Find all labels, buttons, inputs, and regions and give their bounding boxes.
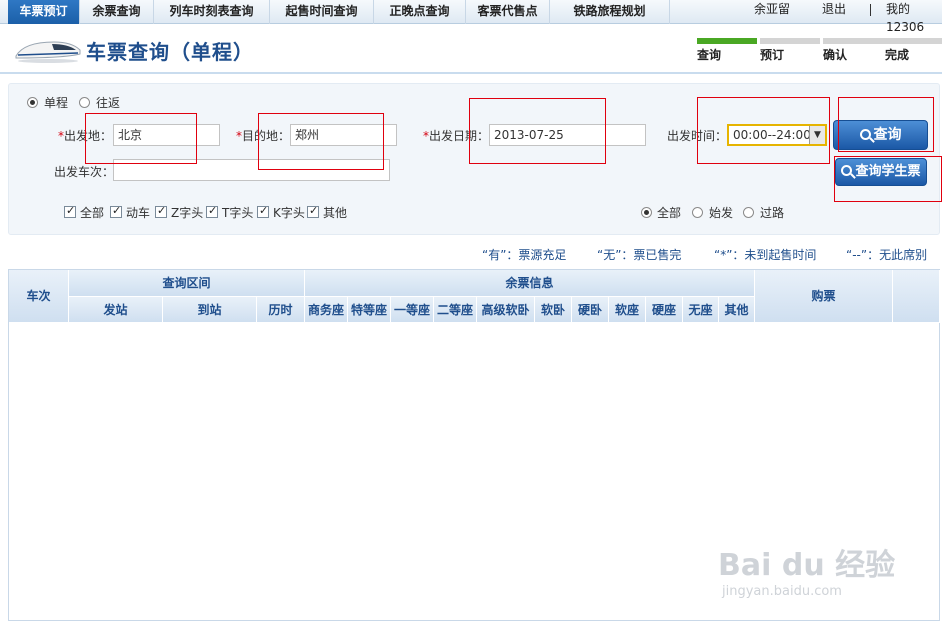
trip-round-label: 往返 (96, 96, 121, 110)
annotation-box-student (834, 156, 942, 202)
train-type-t-checkbox[interactable] (206, 204, 218, 218)
col-group-range: 查询区间 (69, 270, 305, 297)
step-bar-complete (882, 38, 942, 44)
legend-available: “有”：票源充足 (482, 248, 567, 262)
train-type-k-checkbox[interactable] (257, 204, 269, 218)
col-soft-sleeper: 软卧 (535, 297, 572, 323)
trip-single-label: 单程 (44, 96, 69, 110)
col-spacer (893, 270, 940, 323)
step-label-confirm: 确认 (823, 48, 848, 62)
train-type-t-label: T字头 (222, 206, 254, 220)
train-type-all-label: 全部 (80, 206, 105, 220)
user-name[interactable]: 余亚留 (754, 0, 790, 24)
step-bar-confirm (823, 38, 883, 44)
annotation-box-from (85, 113, 197, 164)
col-arrive-station: 到站 (163, 297, 257, 323)
legend-not-on-sale: “*”：未到起售时间 (714, 248, 817, 262)
col-business-seat: 商务座 (305, 297, 348, 323)
annotation-box-time (697, 97, 830, 164)
train-type-emu-label: 动车 (126, 206, 151, 220)
step-label-book: 预订 (760, 48, 785, 62)
train-type-z-checkbox[interactable] (155, 204, 167, 218)
page-header: 车票查询（单程） 查询 预订 确认 完成 (0, 24, 942, 74)
col-train-number: 车次 (9, 270, 69, 323)
nav-separator (870, 4, 871, 16)
nav-tab-delay-status[interactable]: 正晚点查询 (374, 0, 466, 24)
col-depart-station: 发站 (69, 297, 163, 323)
my12306-link[interactable]: 我的12306 (886, 0, 942, 34)
step-label-complete: 完成 (885, 48, 910, 62)
col-buy: 购票 (755, 270, 893, 323)
train-type-z-label: Z字头 (171, 206, 204, 220)
station-type-origin-label: 始发 (709, 206, 734, 220)
station-type-passing-label: 过路 (760, 206, 785, 220)
col-soft-seat: 软座 (609, 297, 646, 323)
col-hard-sleeper: 硬卧 (572, 297, 609, 323)
top-nav: 车票预订 余票查询 列车时刻表查询 起售时间查询 正晚点查询 客票代售点 铁路旅… (0, 0, 942, 34)
col-second-class: 二等座 (434, 297, 477, 323)
train-logo-icon (15, 41, 81, 63)
annotation-box-to (258, 113, 384, 170)
page-title: 车票查询（单程） (86, 40, 254, 64)
legend-sold-out: “无”：票已售完 (597, 248, 682, 262)
nav-tab-ticket-booking[interactable]: 车票预订 (8, 0, 80, 24)
col-first-class: 一等座 (391, 297, 434, 323)
col-duration: 历时 (257, 297, 305, 323)
logout-link[interactable]: 退出 (822, 0, 846, 24)
col-hard-seat: 硬座 (646, 297, 683, 323)
step-bar-query (697, 38, 757, 44)
train-type-all-checkbox[interactable] (64, 204, 76, 218)
nav-tab-route-planning[interactable]: 铁路旅程规划 (550, 0, 670, 24)
train-type-other-checkbox[interactable] (307, 204, 319, 218)
trip-round-radio[interactable] (79, 97, 90, 108)
station-type-passing-radio[interactable] (743, 207, 754, 218)
annotation-box-date (469, 98, 606, 164)
col-deluxe-sleeper: 高级软卧 (477, 297, 535, 323)
col-other-seat: 其他 (719, 297, 755, 323)
trip-single-radio[interactable] (27, 97, 38, 108)
col-no-seat: 无座 (683, 297, 719, 323)
nav-tab-timetable[interactable]: 列车时刻表查询 (154, 0, 270, 24)
station-type-origin-radio[interactable] (692, 207, 703, 218)
train-type-other-label: 其他 (323, 206, 348, 220)
legend-no-seat-class: “--”：无此席别 (846, 248, 928, 262)
col-special-seat: 特等座 (348, 297, 391, 323)
col-group-seats: 余票信息 (305, 270, 755, 297)
watermark-url: jingyan.baidu.com (722, 584, 842, 599)
train-type-k-label: K字头 (273, 206, 305, 220)
step-label-query: 查询 (697, 48, 722, 62)
nav-tab-sale-time[interactable]: 起售时间查询 (270, 0, 374, 24)
annotation-box-query (838, 97, 934, 152)
watermark-logo: Bai du 经验 (718, 548, 896, 583)
train-type-emu-checkbox[interactable] (110, 204, 122, 218)
nav-tab-ticket-agents[interactable]: 客票代售点 (466, 0, 550, 24)
step-bar-book (760, 38, 820, 44)
nav-tab-remaining-tickets[interactable]: 余票查询 (80, 0, 154, 24)
train-number-label: 出发车次： (54, 165, 115, 179)
station-type-all-radio[interactable] (641, 207, 652, 218)
station-type-all-label: 全部 (657, 206, 682, 220)
